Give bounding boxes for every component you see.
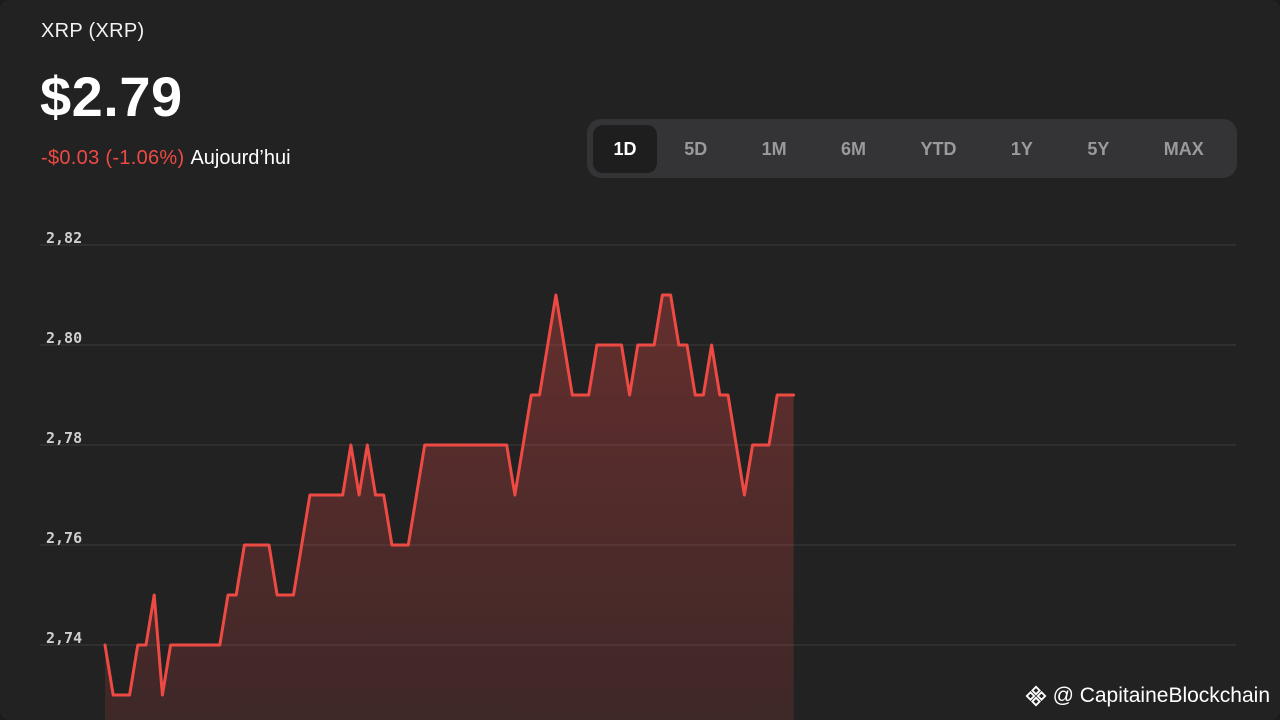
price-point-19 xyxy=(260,544,262,546)
price-point-22 xyxy=(284,594,287,596)
price-point-17 xyxy=(243,544,246,546)
price-point-0 xyxy=(104,644,106,646)
price-point-1 xyxy=(112,694,114,696)
watermark-text: @ CapitaineBlockchain xyxy=(1052,684,1270,707)
price-point-64 xyxy=(628,394,631,396)
price-point-81 xyxy=(768,444,770,446)
y-tick-label: 2,82 xyxy=(46,229,82,247)
price-point-55 xyxy=(555,294,557,296)
price-point-34 xyxy=(382,494,385,496)
price-point-16 xyxy=(235,594,237,596)
price-point-73 xyxy=(702,394,705,396)
price-point-66 xyxy=(645,344,647,346)
price-point-8 xyxy=(169,644,172,646)
price-point-54 xyxy=(546,344,549,346)
price-point-77 xyxy=(735,444,737,446)
y-tick-label: 2,74 xyxy=(46,629,82,647)
price-point-20 xyxy=(268,544,270,546)
price-point-72 xyxy=(694,394,696,396)
price-point-65 xyxy=(637,344,639,346)
price-point-23 xyxy=(292,594,295,596)
price-point-59 xyxy=(587,394,590,396)
price-point-10 xyxy=(186,644,188,646)
price-point-37 xyxy=(407,544,410,546)
price-point-60 xyxy=(596,344,598,346)
price-point-4 xyxy=(137,644,139,646)
price-point-47 xyxy=(489,444,492,446)
price-point-5 xyxy=(145,644,147,646)
price-point-35 xyxy=(391,544,393,546)
price-point-75 xyxy=(719,394,721,396)
price-point-74 xyxy=(710,344,713,346)
price-point-31 xyxy=(358,494,360,496)
price-point-38 xyxy=(415,494,418,496)
price-chart[interactable]: 2,82 2,80 2,78 2,76 2,74 xyxy=(0,0,1280,720)
y-tick-label: 2,76 xyxy=(46,529,82,547)
price-point-33 xyxy=(374,494,377,496)
price-point-71 xyxy=(686,344,688,346)
price-point-26 xyxy=(317,494,319,496)
price-point-9 xyxy=(178,644,180,646)
price-point-83 xyxy=(784,394,787,396)
price-point-18 xyxy=(251,544,254,546)
price-point-57 xyxy=(571,394,574,396)
price-point-30 xyxy=(350,444,352,446)
price-point-46 xyxy=(481,444,483,446)
watermark: @ CapitaineBlockchain xyxy=(1025,684,1270,708)
price-point-50 xyxy=(514,494,516,496)
price-point-53 xyxy=(538,394,541,396)
price-point-52 xyxy=(530,394,533,396)
price-point-61 xyxy=(604,344,606,346)
price-point-24 xyxy=(300,544,303,546)
price-point-49 xyxy=(505,444,508,446)
price-point-15 xyxy=(227,594,229,596)
price-point-27 xyxy=(325,494,328,496)
price-point-25 xyxy=(309,494,311,496)
price-point-29 xyxy=(341,494,344,496)
price-point-76 xyxy=(727,394,729,396)
price-card: XRP (XRP) $2.79 -$0.03 (-1.06%) Aujourd’h… xyxy=(0,0,1280,720)
price-point-63 xyxy=(620,344,623,346)
price-point-62 xyxy=(612,344,615,346)
price-point-43 xyxy=(456,444,459,446)
price-point-48 xyxy=(497,444,500,446)
price-point-21 xyxy=(276,594,278,596)
price-point-67 xyxy=(653,344,655,346)
price-point-3 xyxy=(128,694,131,696)
price-point-28 xyxy=(333,494,336,496)
price-point-11 xyxy=(194,644,196,646)
y-axis-ticks: 2,82 2,80 2,78 2,76 2,74 xyxy=(46,229,82,647)
price-point-7 xyxy=(161,694,164,696)
price-point-51 xyxy=(522,444,524,446)
price-point-79 xyxy=(751,444,754,446)
price-point-41 xyxy=(440,444,442,446)
price-point-45 xyxy=(473,444,475,446)
price-point-12 xyxy=(202,644,205,646)
binance-diamond-icon xyxy=(1025,685,1047,707)
price-point-56 xyxy=(563,344,565,346)
price-point-2 xyxy=(120,694,123,696)
y-tick-label: 2,80 xyxy=(46,329,82,347)
price-point-44 xyxy=(464,444,467,446)
price-point-6 xyxy=(153,594,155,596)
y-tick-label: 2,78 xyxy=(46,429,82,447)
price-point-78 xyxy=(743,494,746,496)
price-point-70 xyxy=(678,344,680,346)
price-point-14 xyxy=(219,644,221,646)
price-point-84 xyxy=(792,394,795,396)
price-point-40 xyxy=(432,444,434,446)
price-point-69 xyxy=(669,294,672,296)
price-point-82 xyxy=(776,394,778,396)
price-point-58 xyxy=(579,394,582,396)
price-point-42 xyxy=(448,444,451,446)
price-point-13 xyxy=(210,644,213,646)
price-point-68 xyxy=(661,294,664,296)
price-point-32 xyxy=(366,444,369,446)
price-point-36 xyxy=(399,544,401,546)
price-point-80 xyxy=(760,444,762,446)
price-point-39 xyxy=(423,444,426,446)
